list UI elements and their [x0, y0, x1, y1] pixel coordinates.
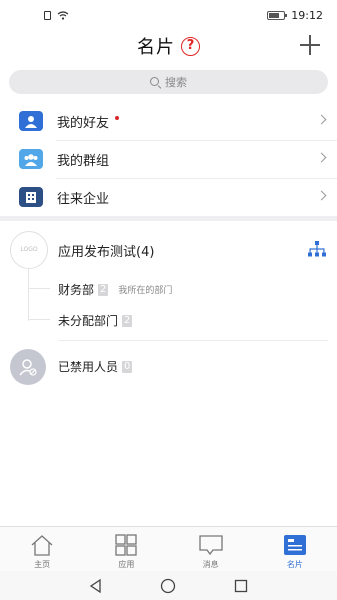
menu-item-groups[interactable]: 我的群组: [0, 140, 337, 178]
bottom-tab-bar: 主页 应用 消息 名片: [0, 526, 337, 571]
chevron-right-icon: [316, 152, 327, 163]
divider: [58, 340, 328, 341]
org-section: LOGO 应用发布测试(4) 财务部 2 我所在的部门 未分配部门 2: [0, 221, 337, 341]
tab-cards[interactable]: 名片: [253, 527, 337, 571]
disabled-label: 已禁用人员: [58, 360, 119, 374]
disabled-members-row[interactable]: 已禁用人员 0: [0, 347, 337, 385]
message-icon: [198, 535, 223, 556]
friends-icon: [19, 111, 43, 131]
company-icon: [19, 187, 43, 207]
header-title-wrap: 名片 ?: [137, 33, 200, 59]
status-bar: 19:12: [0, 0, 337, 30]
chevron-right-icon: [316, 114, 327, 125]
page-title: 名片: [137, 37, 175, 58]
count-badge: 2: [98, 283, 109, 296]
status-time: 19:12: [291, 8, 323, 22]
back-icon[interactable]: [89, 578, 103, 593]
org-logo: LOGO: [10, 231, 48, 269]
org-chart-icon[interactable]: [307, 241, 327, 257]
dept-name: 未分配部门: [58, 314, 119, 328]
tab-label: 名片: [286, 560, 303, 569]
dept-row-unassigned[interactable]: 未分配部门 2: [58, 312, 133, 329]
my-dept-note: 我所在的部门: [118, 286, 173, 296]
tree-branch: [28, 288, 50, 289]
menu-item-friends[interactable]: 我的好友: [0, 102, 337, 140]
menu-label-friends: 我的好友: [57, 115, 110, 131]
add-button[interactable]: [299, 34, 321, 56]
card-icon: [283, 535, 306, 555]
tab-label: 主页: [34, 560, 51, 569]
org-title[interactable]: 应用发布测试(4): [58, 241, 154, 260]
unread-dot: [115, 116, 120, 120]
tree-branch: [28, 319, 50, 320]
menu-item-company[interactable]: 往来企业: [0, 178, 337, 216]
battery-icon: [267, 10, 288, 20]
contact-menu: 我的好友 我的群组 往来企业: [0, 102, 337, 216]
chevron-right-icon: [316, 190, 327, 201]
tab-apps[interactable]: 应用: [84, 527, 168, 571]
tab-messages[interactable]: 消息: [169, 527, 253, 571]
apps-grid-icon: [115, 534, 138, 556]
header: 名片 ?: [0, 30, 337, 62]
groups-icon: [19, 149, 43, 169]
dept-row-finance[interactable]: 财务部 2 我所在的部门: [58, 281, 172, 298]
disabled-label-wrap: 已禁用人员 0: [58, 358, 133, 375]
status-left: [44, 10, 69, 20]
home-circle-icon[interactable]: [160, 578, 176, 594]
home-icon: [31, 535, 53, 556]
disabled-user-icon: [10, 349, 46, 385]
menu-label-groups: 我的群组: [57, 153, 110, 169]
search-placeholder: 搜索: [165, 76, 187, 89]
search-bar[interactable]: 搜索: [9, 70, 328, 94]
wifi-icon: [57, 10, 69, 20]
tree-line: [28, 269, 29, 321]
sim-icon: [44, 10, 51, 20]
count-badge: 0: [122, 360, 133, 373]
dept-name: 财务部: [58, 283, 95, 297]
tab-label: 消息: [202, 560, 219, 569]
menu-label-company: 往来企业: [57, 191, 110, 207]
recents-icon[interactable]: [234, 579, 248, 593]
count-badge: 2: [122, 314, 133, 327]
help-icon[interactable]: ?: [181, 36, 200, 56]
status-right: 19:12: [267, 9, 323, 22]
system-nav-bar: [0, 571, 337, 600]
tab-label: 应用: [118, 560, 135, 569]
search-icon: [150, 76, 161, 88]
tab-home[interactable]: 主页: [0, 527, 84, 571]
